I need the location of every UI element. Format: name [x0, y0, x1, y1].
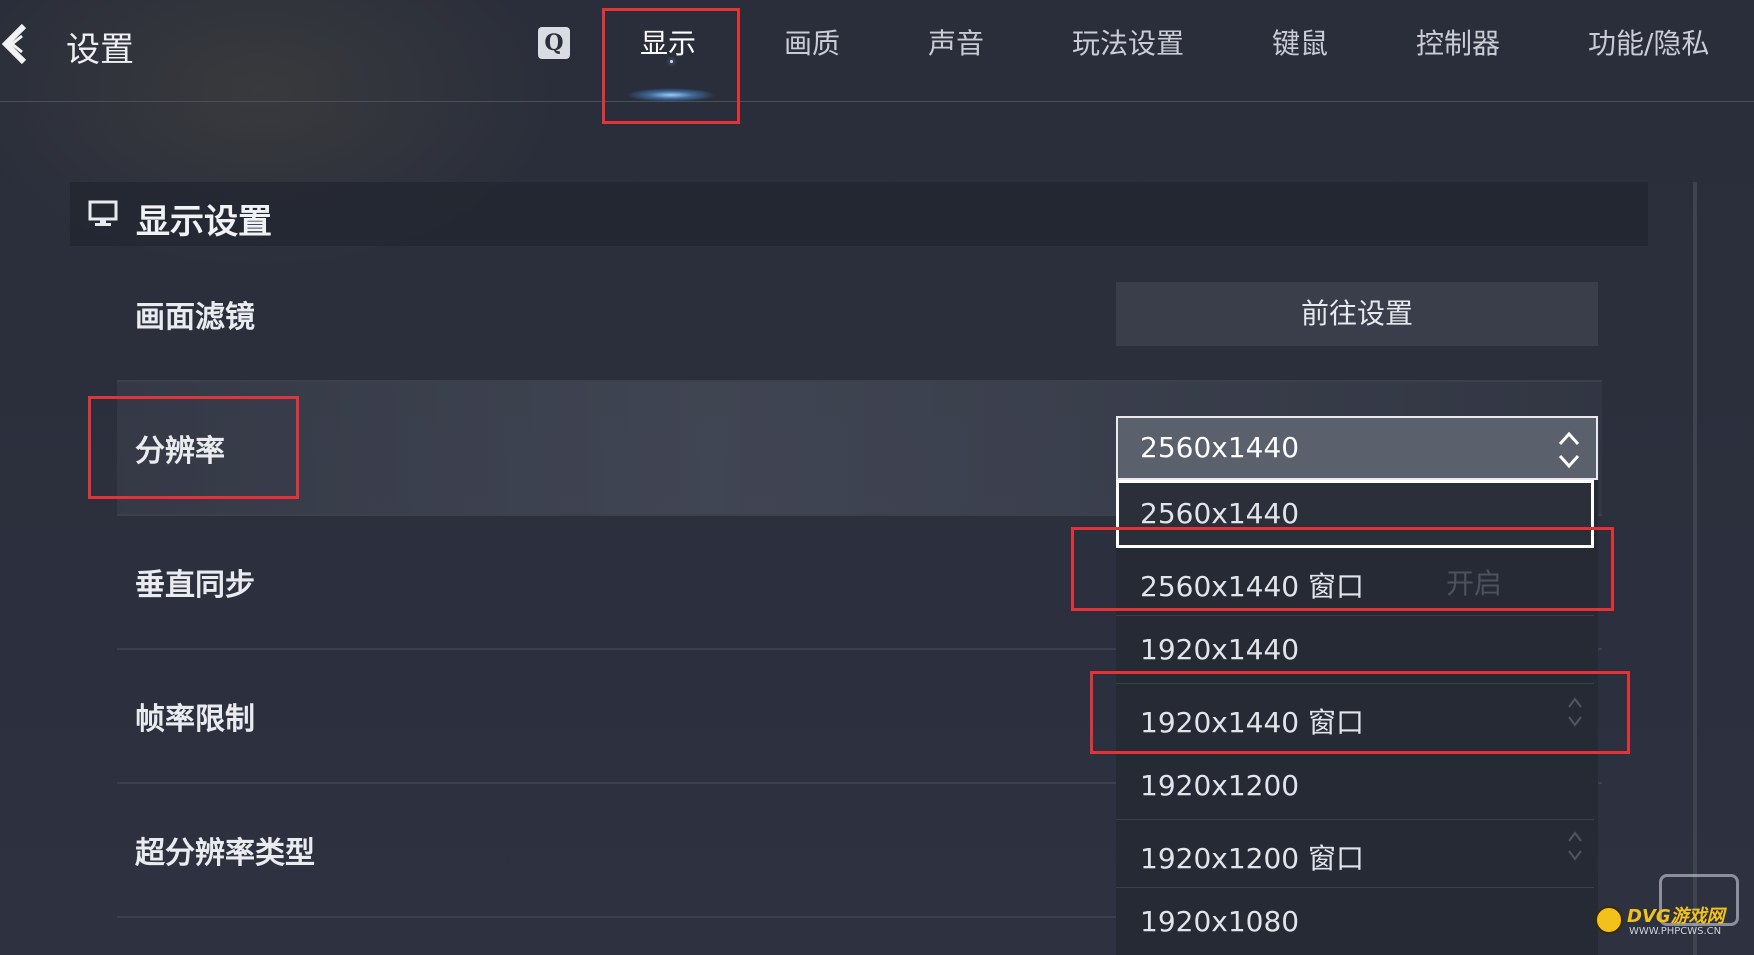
active-tab-spark	[670, 60, 673, 63]
resolution-option[interactable]: 2560x1440 窗口	[1116, 548, 1594, 616]
watermark-name: DVG游戏网	[1627, 906, 1725, 927]
resolution-option[interactable]: 1920x1080	[1116, 888, 1594, 955]
tab-sound[interactable]: 声音	[928, 22, 984, 62]
goto-settings-button[interactable]: 前往设置	[1116, 282, 1598, 346]
resolution-option[interactable]: 1920x1200 窗口	[1116, 820, 1594, 888]
scrollbar-track[interactable]	[1693, 182, 1697, 955]
setting-label-resolution: 分辨率	[135, 434, 225, 469]
tab-gameplay[interactable]: 玩法设置	[1072, 22, 1184, 62]
q-key-hint: Q	[538, 27, 570, 59]
setting-label-vsync: 垂直同步	[135, 568, 255, 603]
setting-label-super-resolution: 超分辨率类型	[135, 836, 315, 871]
top-bar: 设置 Q 显示 画质 声音 玩法设置 键鼠 控制器 功能/隐私	[0, 0, 1754, 102]
tab-controller[interactable]: 控制器	[1416, 22, 1500, 62]
resolution-select[interactable]: 2560x1440	[1116, 416, 1598, 480]
resolution-current-value: 2560x1440	[1140, 431, 1300, 464]
settings-screen: 设置 Q 显示 画质 声音 玩法设置 键鼠 控制器 功能/隐私 显示设置 画面滤…	[0, 0, 1754, 955]
up-down-arrows-icon[interactable]	[1556, 428, 1582, 472]
monitor-icon	[88, 200, 118, 226]
active-tab-glow	[626, 88, 716, 102]
resolution-dropdown-list[interactable]: 2560x1440 2560x1440 窗口 1920x1440 1920x14…	[1116, 480, 1598, 955]
tab-quality[interactable]: 画质	[784, 22, 840, 62]
setting-label-filter: 画面滤镜	[135, 300, 255, 335]
tab-keyboard-mouse[interactable]: 键鼠	[1272, 22, 1328, 62]
resolution-option[interactable]: 2560x1440	[1116, 480, 1594, 548]
watermark: DVG游戏网 WWW.PHPCWS.CN	[1593, 872, 1741, 942]
resolution-option[interactable]: 1920x1200	[1116, 752, 1594, 820]
watermark-url: WWW.PHPCWS.CN	[1629, 926, 1722, 937]
page-title: 设置	[66, 30, 134, 70]
watermark-mascot-icon	[1595, 906, 1623, 934]
section-title: 显示设置	[136, 202, 272, 242]
back-arrow-icon[interactable]	[0, 20, 36, 68]
setting-label-frame-limit: 帧率限制	[135, 702, 255, 737]
tab-display[interactable]: 显示	[640, 22, 696, 62]
ghost-arrows-icon	[1568, 697, 1582, 727]
section-header: 显示设置	[70, 182, 1648, 246]
resolution-option[interactable]: 1920x1440 窗口	[1116, 684, 1594, 752]
resolution-option[interactable]: 1920x1440	[1116, 616, 1594, 684]
vsync-value-ghost: 开启	[1446, 567, 1503, 600]
tab-function-privacy[interactable]: 功能/隐私	[1588, 22, 1709, 62]
ghost-arrows-icon	[1568, 831, 1582, 861]
